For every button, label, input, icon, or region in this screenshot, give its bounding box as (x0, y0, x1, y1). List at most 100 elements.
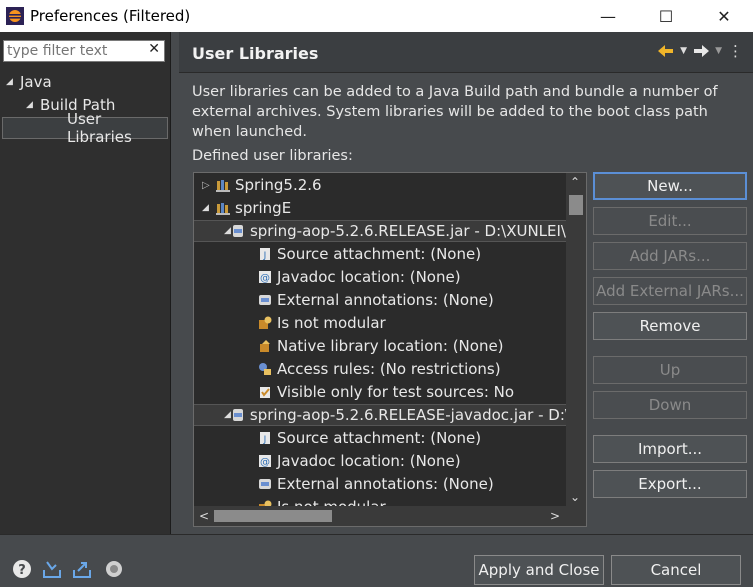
close-button[interactable]: ✕ (695, 0, 753, 32)
expanded-triangle-icon[interactable]: ◢ (202, 203, 216, 213)
export-button[interactable]: Export... (593, 470, 747, 498)
scroll-down-icon[interactable]: ⌄ (570, 490, 580, 504)
library-property-node[interactable]: Visible only for test sources: No (194, 381, 586, 403)
window-title: Preferences (Filtered) (30, 7, 191, 25)
expanded-triangle-icon[interactable]: ◢ (224, 226, 231, 236)
expanded-triangle-icon[interactable]: ◢ (224, 410, 231, 420)
filter-input[interactable] (4, 42, 149, 60)
list-item-label: Source attachment: (None) (277, 245, 482, 263)
vertical-scrollbar[interactable]: ⌃ ⌄ (566, 173, 586, 506)
defined-libraries-label: Defined user libraries: (192, 148, 353, 164)
list-item-label: Access rules: (No restrictions) (277, 360, 501, 378)
maximize-button[interactable]: ☐ (637, 0, 695, 32)
library-property-node[interactable]: Native library location: (None) (194, 335, 586, 357)
native-library-icon (260, 340, 270, 352)
horizontal-scrollbar[interactable]: < > (194, 506, 566, 526)
source-attachment-icon: J (260, 432, 270, 445)
minimize-button[interactable]: — (579, 0, 637, 32)
svg-text:?: ? (18, 563, 26, 578)
preference-tree-pane: ✕ ◢ Java ◢ Build Path User Libraries (0, 32, 171, 534)
library-property-node[interactable]: @ Javadoc location: (None) (194, 266, 586, 288)
library-property-node[interactable]: Is not modular (194, 312, 586, 334)
vertical-scroll-thumb[interactable] (569, 195, 583, 215)
tree-item-java[interactable]: ◢ Java (6, 71, 52, 93)
list-item-label: spring-aop-5.2.6.RELEASE-javadoc.jar - D… (249, 406, 566, 424)
library-property-node[interactable]: Access rules: (No restrictions) (194, 358, 586, 380)
forward-menu-chevron-icon[interactable]: ▼ (715, 46, 722, 56)
list-item-label: Native library location: (None) (277, 337, 504, 355)
expanded-triangle-icon[interactable]: ◢ (26, 100, 40, 110)
title-bar: Preferences (Filtered) — ☐ ✕ (0, 0, 753, 32)
svg-text:@: @ (260, 457, 270, 468)
down-button[interactable]: Down (593, 391, 747, 419)
edit-button[interactable]: Edit... (593, 207, 747, 235)
annotations-icon (259, 479, 271, 489)
list-item-label: Source attachment: (None) (277, 429, 482, 447)
view-menu-icon[interactable]: ⋮ (728, 42, 743, 60)
library-node[interactable]: ◢ springE (194, 197, 574, 219)
horizontal-scroll-thumb[interactable] (214, 510, 332, 522)
annotations-icon (259, 295, 271, 305)
jar-node[interactable]: ◢ spring-aop-5.2.6.RELEASE.jar - D:\XUNLE… (194, 220, 566, 242)
new-button[interactable]: New... (593, 172, 747, 200)
page-description: User libraries can be added to a Java Bu… (192, 84, 718, 140)
list-item-label: Visible only for test sources: No (277, 383, 515, 401)
tree-item-label: User Libraries (67, 110, 132, 146)
scroll-up-icon[interactable]: ⌃ (570, 175, 580, 189)
clear-filter-icon[interactable]: ✕ (148, 41, 160, 57)
eclipse-icon (6, 7, 24, 25)
add-external-jars-button[interactable]: Add External JARs... (593, 277, 747, 305)
export-preferences-icon[interactable] (72, 559, 92, 579)
module-icon (259, 316, 272, 329)
help-icon[interactable]: ? (12, 559, 32, 579)
scrollbar-corner (566, 506, 586, 526)
list-item-label: springE (235, 199, 292, 217)
expanded-triangle-icon[interactable]: ◢ (6, 77, 20, 87)
page-title: User Libraries (192, 44, 319, 63)
svg-text:J: J (263, 435, 267, 445)
up-button[interactable]: Up (593, 356, 747, 384)
library-icon (216, 180, 230, 192)
javadoc-icon: @ (259, 271, 271, 284)
back-menu-chevron-icon[interactable]: ▼ (680, 46, 687, 56)
test-sources-icon (260, 387, 270, 398)
dialog-footer: ? Apply and Close Cancel (0, 534, 753, 587)
apply-and-close-button[interactable]: Apply and Close (474, 555, 604, 585)
list-item-label: Javadoc location: (None) (277, 452, 461, 470)
library-property-node[interactable]: External annotations: (None) (194, 289, 586, 311)
oomph-icon[interactable] (104, 559, 124, 579)
jar-node[interactable]: ◢ spring-aop-5.2.6.RELEASE-javadoc.jar - … (194, 404, 566, 426)
filter-box[interactable]: ✕ (3, 40, 165, 62)
list-item-label: External annotations: (None) (277, 475, 494, 493)
page-header: User Libraries ▼ ▼ ⋮ (179, 32, 753, 73)
remove-button[interactable]: Remove (593, 312, 747, 340)
list-item-label: Spring5.2.6 (235, 176, 322, 194)
library-icon (216, 203, 230, 215)
back-arrow-icon[interactable] (658, 44, 674, 58)
svg-text:J: J (263, 251, 267, 261)
javadoc-icon: @ (259, 455, 271, 468)
source-attachment-icon: J (260, 248, 270, 261)
library-property-node[interactable]: J Source attachment: (None) (194, 427, 586, 449)
scroll-left-icon[interactable]: < (199, 509, 209, 523)
user-libraries-tree[interactable]: ▷ Spring5.2.6 ◢ springE ◢ spring-aop-5.2.6.RE… (193, 172, 587, 527)
tree-item-label: Java (20, 73, 52, 91)
list-item-label: External annotations: (None) (277, 291, 494, 309)
forward-arrow-icon[interactable] (693, 44, 710, 58)
tree-item-user-libraries[interactable]: User Libraries (2, 110, 168, 146)
jar-icon (232, 409, 243, 421)
library-property-node[interactable]: External annotations: (None) (194, 473, 586, 495)
import-preferences-icon[interactable] (42, 559, 62, 579)
import-button[interactable]: Import... (593, 435, 747, 463)
collapsed-triangle-icon[interactable]: ▷ (202, 180, 216, 191)
library-property-node[interactable]: J Source attachment: (None) (194, 243, 586, 265)
jar-icon (232, 225, 243, 237)
library-node[interactable]: ▷ Spring5.2.6 (194, 174, 574, 196)
library-property-node[interactable]: @ Javadoc location: (None) (194, 450, 586, 472)
access-rules-icon (259, 363, 271, 375)
list-item-label: Javadoc location: (None) (277, 268, 461, 286)
add-jars-button[interactable]: Add JARs... (593, 242, 747, 270)
scroll-right-icon[interactable]: > (550, 509, 560, 523)
cancel-button[interactable]: Cancel (611, 555, 741, 585)
list-item-label: spring-aop-5.2.6.RELEASE.jar - D:\XUNLEI… (249, 222, 566, 240)
